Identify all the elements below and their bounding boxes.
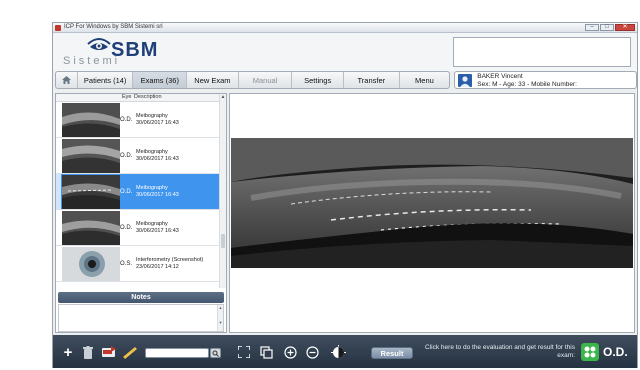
exam-row[interactable]: O.S. Interferometry (Screenshot) 23/06/2… xyxy=(56,246,226,282)
scroll-up-icon[interactable]: ▲ xyxy=(220,94,226,101)
exam-thumbnail xyxy=(62,210,120,245)
exam-description: Meibography 30/06/2017 16:43 xyxy=(133,185,179,198)
tab-exams[interactable]: Exams (36) xyxy=(133,72,188,88)
exam-list-panel: Eye Description O.D. Meibography 30/06/2… xyxy=(55,93,227,333)
exam-eye: O.D. xyxy=(120,224,133,231)
window-controls: – □ ✕ xyxy=(585,24,635,31)
zoom-out-icon[interactable] xyxy=(305,345,319,359)
exam-thumbnail xyxy=(62,246,120,281)
evaluate-button[interactable] xyxy=(581,343,599,361)
pencil-icon[interactable] xyxy=(121,344,139,360)
patient-info: Sex: M - Age: 33 - Mobile Number: xyxy=(477,81,577,88)
patient-avatar-icon xyxy=(458,74,473,87)
home-icon xyxy=(61,76,71,84)
notes-scrollbar[interactable]: ▲ ▼ xyxy=(217,305,223,331)
main-navigation: Patients (14) Exams (36) New Exam Manual… xyxy=(55,71,637,91)
notes-textarea[interactable]: ▲ ▼ xyxy=(58,304,224,332)
exam-description: Meibography 30/06/2017 16:43 xyxy=(133,149,179,162)
export-icon[interactable] xyxy=(101,344,117,360)
evaluation-hint[interactable]: Click here to do the evaluation and get … xyxy=(413,344,575,360)
exam-description: Meibography 30/06/2017 16:43 xyxy=(133,113,179,126)
exam-description: Interferometry (Screenshot) 23/06/2017 1… xyxy=(133,257,203,270)
exam-thumbnail xyxy=(62,174,120,209)
zoom-in-icon[interactable] xyxy=(283,345,297,359)
patient-name: BAKER Vincent xyxy=(477,73,523,80)
exam-eye: O.S. xyxy=(120,260,133,267)
sbm-logo: SBM Sistemi xyxy=(61,35,181,69)
maximize-button[interactable]: □ xyxy=(600,24,614,31)
tab-settings[interactable]: Settings xyxy=(292,72,344,88)
exam-list-header: Eye Description xyxy=(56,94,226,102)
result-button[interactable]: Result xyxy=(371,347,413,359)
exam-row[interactable]: O.D. Meibography 30/06/2017 16:43 xyxy=(56,210,226,246)
image-viewer[interactable] xyxy=(229,93,635,333)
exam-date: 30/06/2017 16:43 xyxy=(136,227,179,234)
trash-icon[interactable] xyxy=(82,345,94,359)
tab-menu[interactable]: Menu xyxy=(400,72,450,88)
exam-list-scrollbar[interactable]: ▲ xyxy=(219,94,226,288)
column-description: Description xyxy=(134,94,162,100)
exam-date: 30/06/2017 16:43 xyxy=(136,155,179,162)
fullscreen-icon[interactable] xyxy=(237,345,251,359)
header-info-box xyxy=(453,37,631,67)
title-bar: ICP For Windows by SBM Sistemi srl – □ ✕ xyxy=(53,23,637,33)
app-icon xyxy=(55,25,61,31)
patient-card[interactable]: BAKER Vincent Sex: M - Age: 33 - Mobile … xyxy=(454,71,637,89)
add-icon[interactable]: + xyxy=(61,344,75,361)
exam-date: 30/06/2017 16:43 xyxy=(136,119,179,126)
exam-eye: O.D. xyxy=(120,152,133,159)
minimize-button[interactable]: – xyxy=(585,24,599,31)
contrast-icon[interactable] xyxy=(329,344,347,360)
exam-thumbnail xyxy=(62,102,120,137)
exam-row[interactable]: O.D. Meibography 30/06/2017 16:43 xyxy=(56,102,226,138)
app-header: SBM Sistemi xyxy=(53,33,637,71)
tab-manual[interactable]: Manual xyxy=(239,72,293,88)
tab-patients[interactable]: Patients (14) xyxy=(78,72,134,88)
tab-transfer[interactable]: Transfer xyxy=(344,72,400,88)
logo-subtitle: Sistemi xyxy=(63,55,121,67)
exam-row[interactable]: O.D. Meibography 30/06/2017 16:43 xyxy=(56,138,226,174)
search-button[interactable] xyxy=(210,348,221,358)
tab-new-exam[interactable]: New Exam xyxy=(187,72,239,88)
close-button[interactable]: ✕ xyxy=(615,24,635,31)
exam-search-input[interactable] xyxy=(145,348,209,358)
exam-type: Interferometry (Screenshot) xyxy=(136,257,204,263)
notes-header: Notes xyxy=(58,292,224,303)
exam-date: 30/06/2017 16:43 xyxy=(136,191,179,198)
window-title: ICP For Windows by SBM Sistemi srl xyxy=(64,24,163,30)
exam-description: Meibography 30/06/2017 16:43 xyxy=(133,221,179,234)
copy-icon[interactable] xyxy=(259,345,273,359)
exam-eye: O.D. xyxy=(120,188,133,195)
scrollbar-thumb[interactable] xyxy=(221,234,225,248)
exam-date: 23/06/2017 14:12 xyxy=(136,263,179,270)
eye-logo-icon xyxy=(87,38,111,50)
column-eye: Eye xyxy=(122,94,132,100)
nav-tabs: Patients (14) Exams (36) New Exam Manual… xyxy=(55,71,451,89)
home-button[interactable] xyxy=(56,72,78,88)
current-eye-label: O.D. xyxy=(603,345,628,359)
evaluation-icon xyxy=(584,346,596,358)
exam-row-selected[interactable]: O.D. Meibography 30/06/2017 16:43 xyxy=(56,174,226,210)
search-icon xyxy=(212,350,219,357)
exam-eye: O.D. xyxy=(120,116,133,123)
meibography-image xyxy=(231,138,633,268)
app-window: ICP For Windows by SBM Sistemi srl – □ ✕… xyxy=(52,22,638,368)
exam-thumbnail xyxy=(62,138,120,173)
bottom-toolbar: + Result Click here to do the evaluation… xyxy=(53,335,637,368)
